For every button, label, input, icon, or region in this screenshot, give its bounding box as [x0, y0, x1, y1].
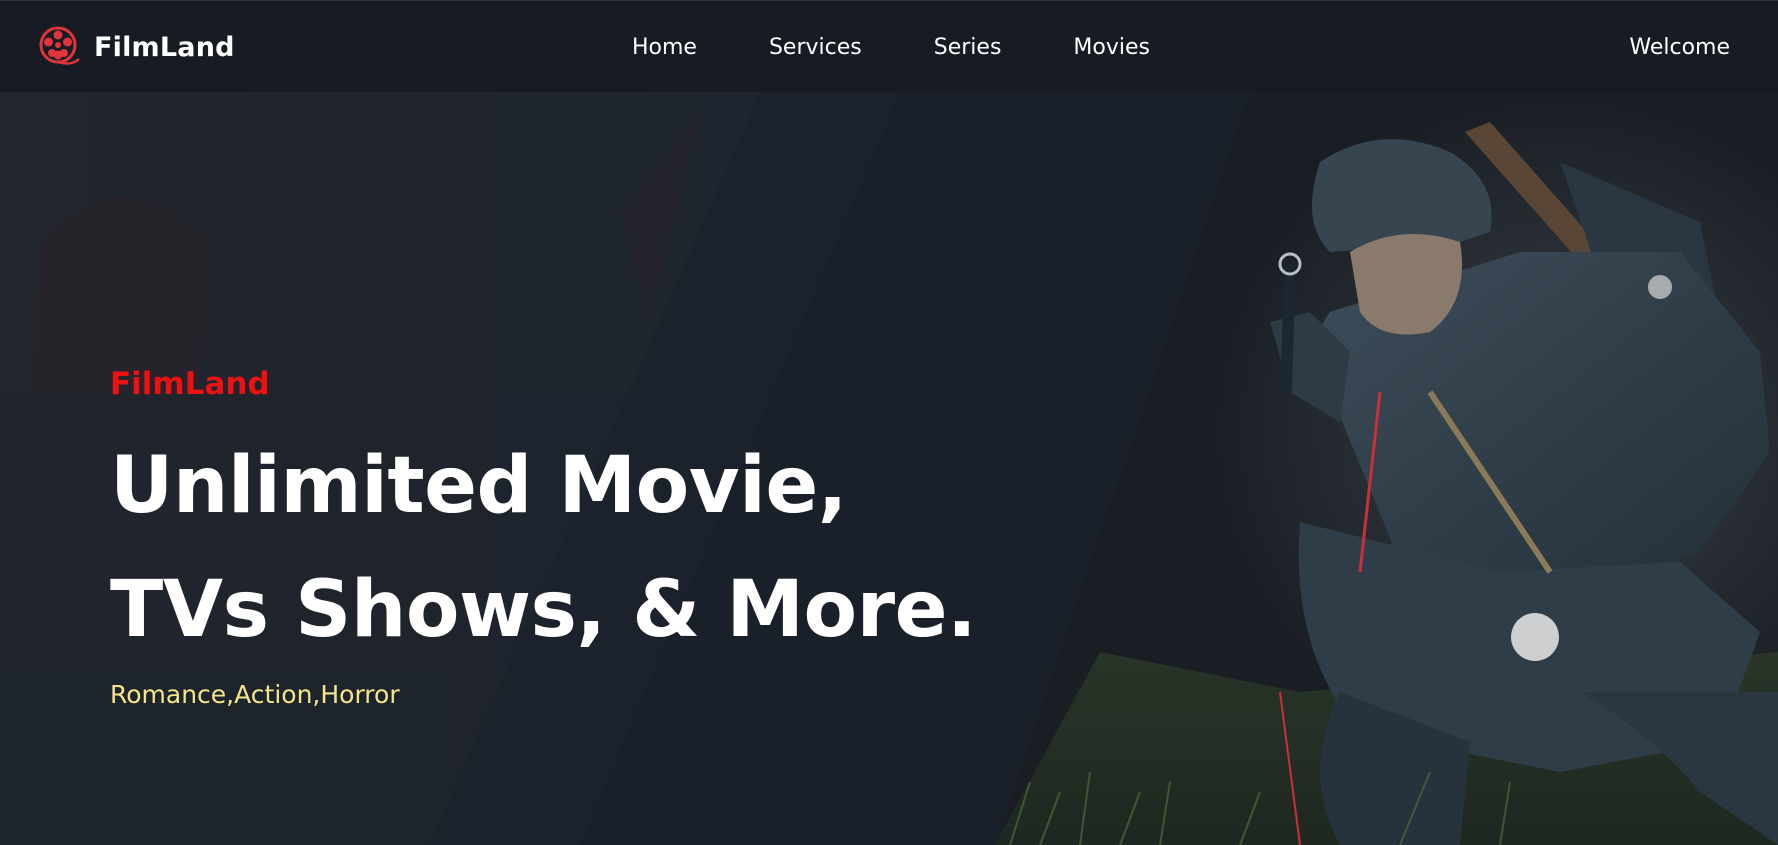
- welcome-link[interactable]: Welcome: [1629, 33, 1730, 63]
- logo[interactable]: FilmLand: [38, 25, 235, 69]
- hero-section: FilmLand Unlimited Movie, TVs Shows, & M…: [0, 92, 1778, 845]
- film-reel-icon: [39, 26, 80, 65]
- nav-link-movies[interactable]: Movies: [1073, 33, 1150, 63]
- hero-brand: FilmLand: [110, 366, 270, 402]
- hero-headline: Unlimited Movie, TVs Shows, & More.: [110, 424, 977, 672]
- page: FilmLand Home Services Series Movies Wel…: [0, 0, 1778, 845]
- top-navbar: FilmLand Home Services Series Movies Wel…: [0, 0, 1778, 92]
- hero-text: FilmLand Unlimited Movie, TVs Shows, & M…: [110, 364, 977, 712]
- main-nav: Home Services Series Movies: [632, 33, 1222, 63]
- hero-headline-line1: Unlimited Movie,: [110, 441, 847, 531]
- nav-link-series[interactable]: Series: [934, 33, 1002, 63]
- hero-headline-line2: TVs Shows, & More.: [110, 565, 977, 655]
- logo-text: FilmLand: [94, 31, 235, 63]
- hero-genres: Romance,Action,Horror: [110, 680, 400, 709]
- nav-link-services[interactable]: Services: [769, 33, 862, 63]
- nav-link-home[interactable]: Home: [632, 33, 697, 63]
